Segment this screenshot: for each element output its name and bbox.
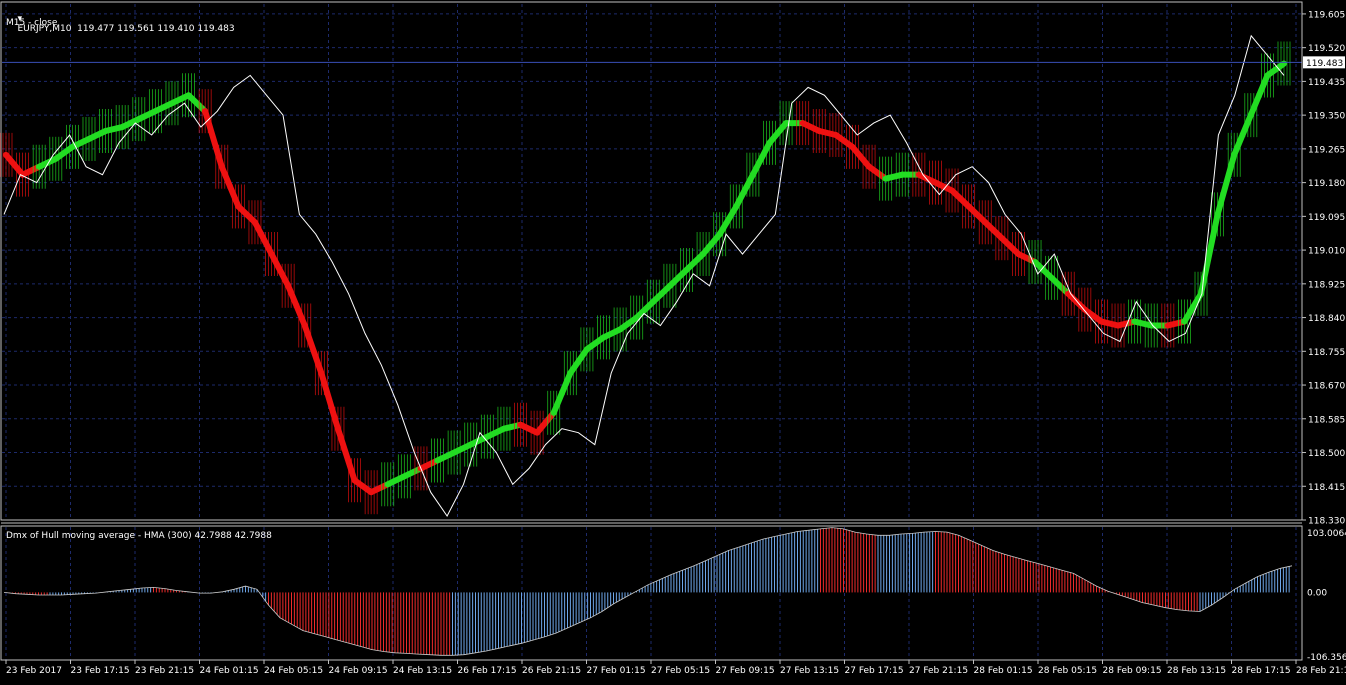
y-tick-label: 119.520 — [1308, 44, 1345, 54]
y-tick-label: 118.755 — [1308, 348, 1345, 358]
y-tick-label: -106.3569 — [1307, 653, 1346, 663]
y-tick-label: 119.010 — [1308, 247, 1345, 257]
x-tick-label: 24 Feb 05:15 — [264, 666, 323, 676]
y-tick-label: 103.0064 — [1307, 529, 1346, 539]
y-tick-label: 118.670 — [1308, 382, 1345, 392]
y-tick-label: 118.840 — [1308, 314, 1345, 324]
x-tick-label: 27 Feb 05:15 — [651, 666, 710, 676]
y-tick-label: 119.180 — [1308, 179, 1345, 189]
y-tick-label: 118.330 — [1308, 517, 1345, 527]
y-tick-label: 119.350 — [1308, 112, 1345, 122]
x-tick-label: 23 Feb 21:15 — [135, 666, 194, 676]
y-tick-label: 119.435 — [1308, 78, 1345, 88]
x-tick-label: 28 Feb 09:15 — [1103, 666, 1162, 676]
y-tick-label: 0.00 — [1307, 588, 1327, 598]
y-tick-label: 119.265 — [1308, 145, 1345, 155]
x-tick-label: 27 Feb 09:15 — [716, 666, 775, 676]
x-tick-label: 23 Feb 2017 — [6, 666, 62, 676]
x-tick-label: 26 Feb 21:15 — [522, 666, 581, 676]
y-tick-label: 118.585 — [1308, 415, 1345, 425]
x-tick-label: 28 Feb 01:15 — [974, 666, 1033, 676]
chart-canvas[interactable]: 119.483 119.605 119.520 119.435 119.350 119.… — [0, 0, 1346, 682]
subwindow-label: Dmx of Hull moving average - HMA (300) 4… — [6, 531, 272, 541]
current-price-label: 119.483 — [1306, 59, 1343, 69]
y-tick-label: 118.500 — [1308, 449, 1345, 459]
y-tick-label: 119.095 — [1308, 213, 1345, 223]
y-tick-label: 119.605 — [1308, 10, 1345, 20]
x-tick-label: 28 Feb 05:15 — [1038, 666, 1097, 676]
x-tick-label: 28 Feb 17:15 — [1232, 666, 1291, 676]
x-tick-label: 27 Feb 21:15 — [909, 666, 968, 676]
x-tick-label: 26 Feb 17:15 — [458, 666, 517, 676]
x-tick-label: 28 Feb 21:15 — [1296, 666, 1346, 676]
x-tick-label: 24 Feb 13:15 — [393, 666, 452, 676]
x-tick-label: 24 Feb 09:15 — [329, 666, 388, 676]
x-tick-label: 27 Feb 17:15 — [845, 666, 904, 676]
x-tick-label: 24 Feb 01:15 — [200, 666, 259, 676]
x-tick-label: 27 Feb 13:15 — [780, 666, 839, 676]
x-tick-label: 27 Feb 01:15 — [587, 666, 646, 676]
y-tick-label: 118.925 — [1308, 280, 1345, 290]
chart-window: 119.483 119.605 119.520 119.435 119.350 119.… — [0, 0, 1346, 682]
overlay-label: M15 - close — [6, 18, 58, 28]
x-tick-label: 28 Feb 13:15 — [1167, 666, 1226, 676]
x-tick-label: 23 Feb 17:15 — [71, 666, 130, 676]
y-tick-label: 118.415 — [1308, 483, 1345, 493]
